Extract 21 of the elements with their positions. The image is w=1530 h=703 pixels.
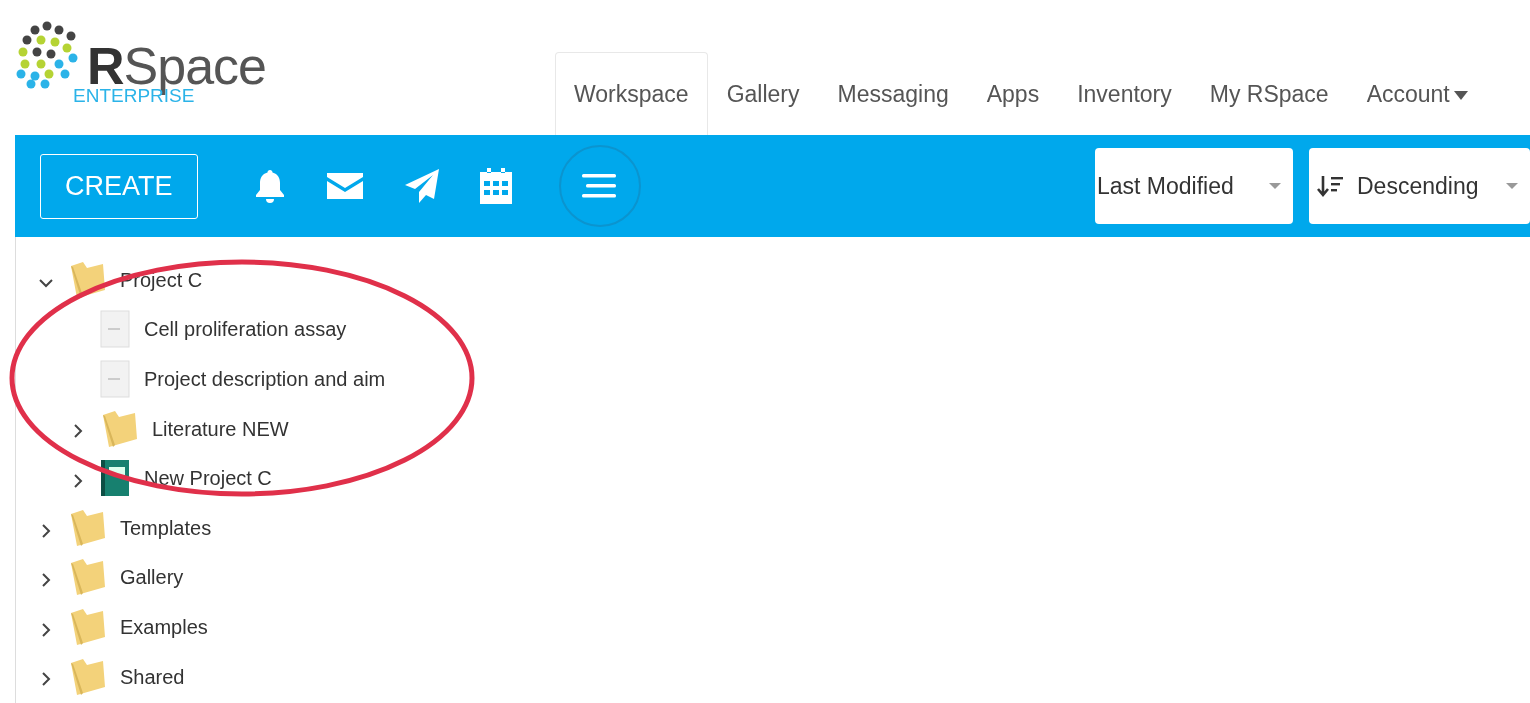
nav-tab[interactable]: Messaging — [818, 52, 968, 135]
folder-icon — [100, 408, 138, 449]
nav-tab[interactable]: Apps — [967, 52, 1059, 135]
menu-button[interactable] — [558, 145, 641, 227]
document-icon — [100, 360, 130, 398]
nav-tab[interactable]: Account — [1347, 52, 1469, 135]
sort-field-dropdown[interactable]: Last Modified — [1095, 148, 1293, 224]
folder-icon — [68, 507, 106, 548]
sort-icon — [1317, 174, 1343, 198]
sort-order-dropdown[interactable]: Descending — [1309, 148, 1530, 224]
nav-tab[interactable]: My RSpace — [1190, 52, 1348, 135]
nav-tab[interactable]: Inventory — [1058, 52, 1191, 135]
folder-icon — [68, 606, 106, 647]
nav-tab[interactable]: Gallery — [707, 52, 819, 135]
caret-icon — [1506, 183, 1518, 189]
caret-icon — [1269, 183, 1281, 189]
document-icon — [100, 310, 130, 349]
calendar-icon[interactable] — [478, 167, 513, 205]
envelope-icon[interactable] — [324, 171, 365, 201]
folder-icon — [68, 557, 106, 598]
folder-icon — [68, 656, 106, 697]
